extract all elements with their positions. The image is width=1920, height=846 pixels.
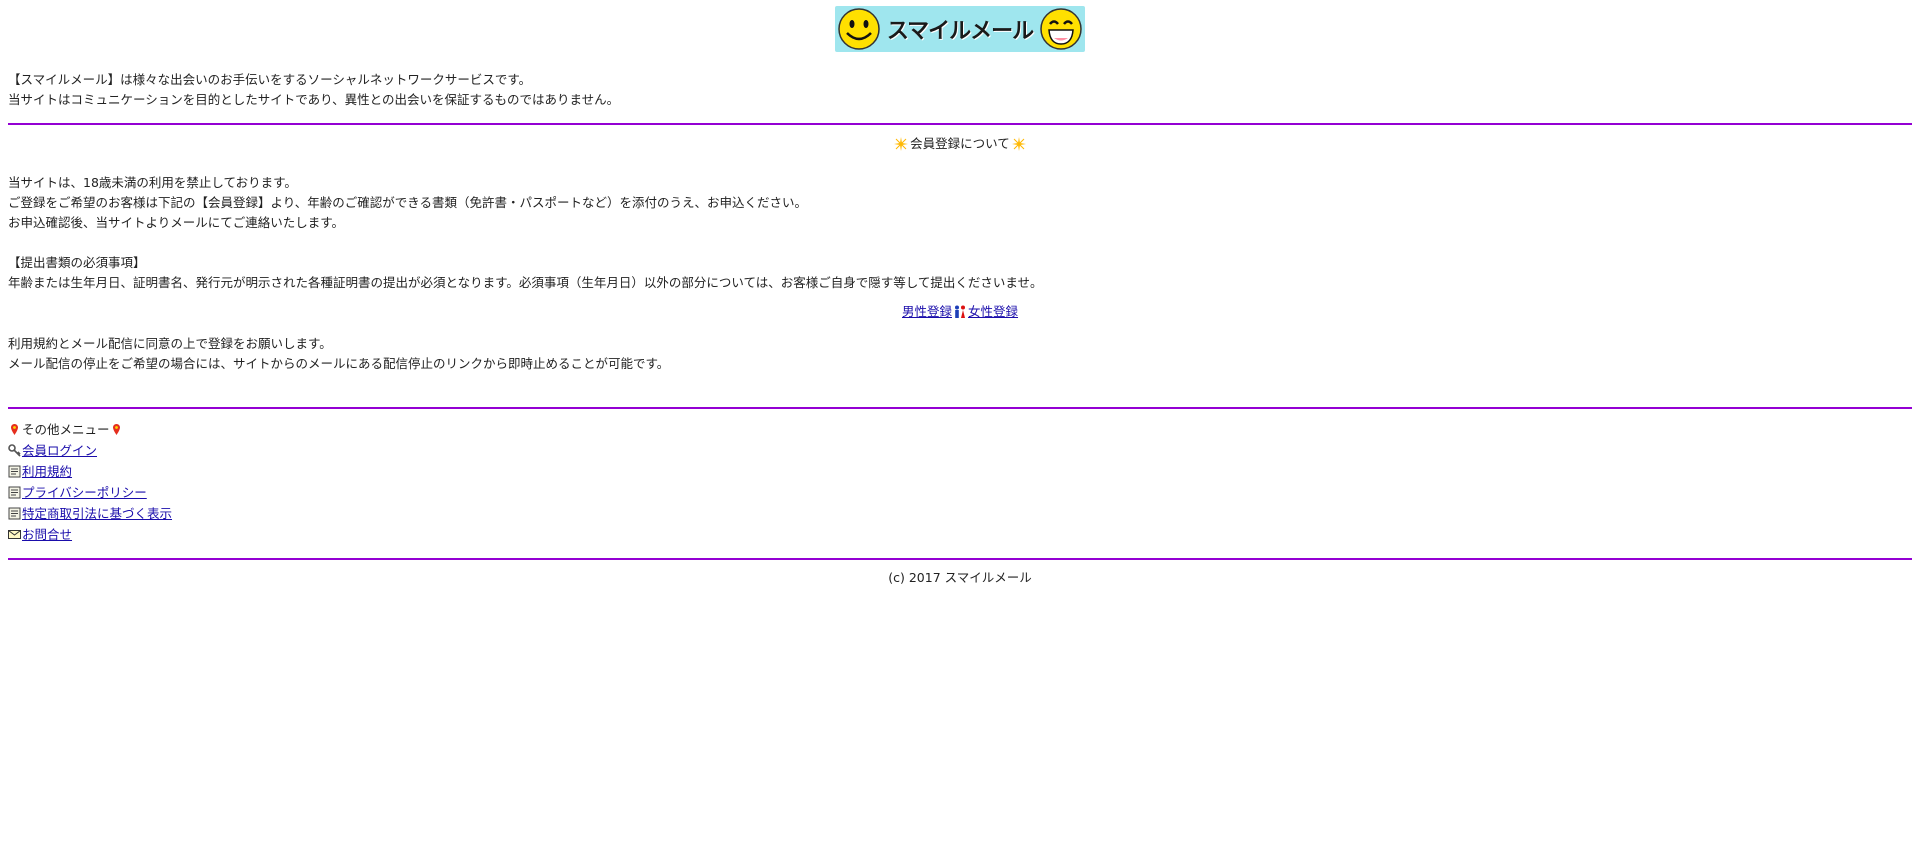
registration-links: 男性登録 女性登録 bbox=[8, 302, 1912, 322]
female-register-link[interactable]: 女性登録 bbox=[968, 302, 1018, 322]
menu-item-login[interactable]: 会員ログイン bbox=[8, 440, 1912, 461]
logo-text: スマイルメール bbox=[886, 19, 1034, 44]
privacy-link[interactable]: プライバシーポリシー bbox=[22, 482, 147, 503]
document-icon bbox=[8, 486, 21, 499]
intro-line: 当サイトはコミュニケーションを目的としたサイトであり、異性との出会いを保証するも… bbox=[8, 92, 620, 107]
logo-row: スマイルメール bbox=[8, 0, 1912, 56]
couple-icon bbox=[955, 305, 965, 318]
smiley-icon bbox=[838, 8, 880, 50]
registration-title: 会員登録について bbox=[8, 135, 1912, 153]
menu-title: その他メニュー bbox=[8, 419, 1912, 440]
copyright: (c) 2017 スマイルメール bbox=[888, 570, 1032, 585]
menu-item-legal[interactable]: 特定商取引法に基づく表示 bbox=[8, 503, 1912, 524]
sparkle-icon bbox=[1011, 137, 1026, 151]
required-items: 【提出書類の必須事項】 年齢または生年月日、証明書名、発行元が明示された各種証明… bbox=[8, 253, 1912, 293]
document-icon bbox=[8, 507, 21, 520]
pin-icon bbox=[112, 424, 120, 435]
sparkle-icon bbox=[894, 137, 909, 151]
divider bbox=[8, 407, 1912, 409]
pin-icon bbox=[11, 424, 18, 435]
site-logo: スマイルメール bbox=[834, 6, 1086, 52]
terms-notice: 利用規約とメール配信に同意の上で登録をお願いします。 メール配信の停止をご希望の… bbox=[8, 334, 1912, 374]
envelope-icon bbox=[8, 530, 21, 539]
registration-line: お申込確認後、当サイトよりメールにてご連絡いたします。 bbox=[8, 215, 345, 230]
menu-item-privacy[interactable]: プライバシーポリシー bbox=[8, 482, 1912, 503]
terms-line: 利用規約とメール配信に同意の上で登録をお願いします。 bbox=[8, 336, 332, 351]
menu-title-text: その他メニュー bbox=[22, 422, 110, 437]
document-icon bbox=[8, 465, 21, 478]
other-menu: その他メニュー 会員ログイン 利用規約 プライバシーポリシー 特定商取引法に基づ… bbox=[8, 419, 1912, 545]
terms-line: メール配信の停止をご希望の場合には、サイトからのメールにある配信停止のリンクから… bbox=[8, 356, 670, 371]
registration-title-text: 会員登録について bbox=[910, 136, 1010, 151]
menu-item-terms[interactable]: 利用規約 bbox=[8, 461, 1912, 482]
divider bbox=[8, 558, 1912, 560]
registration-info: 当サイトは、18歳未満の利用を禁止しております。 ご登録をご希望のお客様は下記の… bbox=[8, 173, 1912, 233]
registration-line: 当サイトは、18歳未満の利用を禁止しております。 bbox=[8, 175, 297, 190]
key-icon bbox=[8, 444, 21, 457]
menu-item-contact[interactable]: お問合せ bbox=[8, 524, 1912, 545]
intro: 【スマイルメール】は様々な出会いのお手伝いをするソーシャルネットワークサービスで… bbox=[8, 70, 1912, 110]
registration-line: ご登録をご希望のお客様は下記の【会員登録】より、年齢のご確認ができる書類（免許書… bbox=[8, 195, 808, 210]
terms-link[interactable]: 利用規約 bbox=[22, 461, 72, 482]
legal-notice-link[interactable]: 特定商取引法に基づく表示 bbox=[22, 503, 172, 524]
contact-link[interactable]: お問合せ bbox=[22, 524, 72, 545]
intro-line: 【スマイルメール】は様々な出会いのお手伝いをするソーシャルネットワークサービスで… bbox=[8, 72, 532, 87]
required-heading: 【提出書類の必須事項】 bbox=[8, 255, 146, 270]
required-text: 年齢または生年月日、証明書名、発行元が明示された各種証明書の提出が必須となります… bbox=[8, 275, 1043, 290]
laughing-smiley-icon bbox=[1040, 8, 1082, 50]
divider bbox=[8, 123, 1912, 125]
male-register-link[interactable]: 男性登録 bbox=[902, 302, 952, 322]
login-link[interactable]: 会員ログイン bbox=[22, 440, 97, 461]
